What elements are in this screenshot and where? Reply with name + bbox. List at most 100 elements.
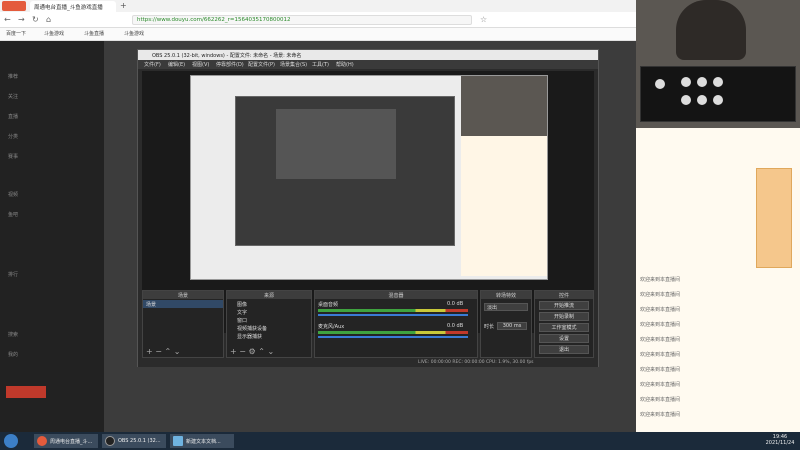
scene-item[interactable]: 场景 [146, 301, 156, 308]
chat-line: 欢迎来到本直播间 [640, 277, 681, 283]
exit-button[interactable]: 退出 [539, 345, 589, 354]
menu-help[interactable]: 帮助(H) [336, 61, 354, 68]
mixer-track-level: 0.0 dB [447, 301, 464, 307]
duration-label: 时长 [484, 324, 495, 330]
url-input[interactable]: https://www.douyu.com/662262_r=156403517… [132, 15, 472, 25]
chat-line: 欢迎来到本直播间 [640, 397, 681, 403]
arcade-stick [640, 66, 796, 122]
sidebar-item[interactable]: 关注 [8, 93, 18, 100]
chat-line: 欢迎来到本直播间 [640, 307, 681, 313]
scene-add-icon[interactable]: + − ⌃ ⌄ [146, 347, 180, 356]
sidebar-promo-button[interactable] [6, 386, 46, 398]
controls-panel: 控件 开始推流 开始录制 工作室模式 设置 退出 [534, 290, 594, 358]
nested-webcam-capture [461, 76, 547, 136]
start-streaming-button[interactable]: 开始推流 [539, 301, 589, 310]
taskbar-item-notepad[interactable]: 新建文本文档... [170, 434, 234, 448]
chat-line: 欢迎来到本直播间 [640, 352, 681, 358]
menu-file[interactable]: 文件(F) [144, 61, 161, 68]
back-icon[interactable]: ← [4, 15, 11, 24]
clock-date: 2021/11/24 [765, 440, 795, 446]
reload-icon[interactable]: ↻ [32, 15, 39, 24]
obs-status-bar: LIVE: 00:00:00 REC: 00:00:00 CPU: 1.9%, … [138, 360, 598, 367]
sidebar-item[interactable]: 排行 [8, 271, 18, 278]
menu-edit[interactable]: 编辑(E) [168, 61, 185, 68]
browser-logo[interactable] [2, 1, 26, 11]
obs-status-text: LIVE: 00:00:00 REC: 00:00:00 CPU: 1.9%, … [418, 360, 534, 365]
scenes-header: 场景 [143, 291, 223, 299]
sources-panel: 来源 图像 文字 窗口 视频捕获设备 显示器捕获 + − ⚙ ⌃ ⌄ [226, 290, 312, 358]
nested-chat-capture [461, 136, 547, 276]
studio-mode-button[interactable]: 工作室模式 [539, 323, 589, 332]
start-recording-button[interactable]: 开始录制 [539, 312, 589, 321]
mixer-meter [318, 331, 468, 334]
menu-tools[interactable]: 工具(T) [312, 61, 329, 68]
source-item[interactable]: 显示器捕获 [237, 333, 262, 340]
obs-menu-bar: 文件(F) 编辑(E) 视图(V) 停靠部件(D) 配置文件(P) 场景集合(S… [138, 60, 598, 69]
scenes-panel: 场景 场景 + − ⌃ ⌄ [142, 290, 224, 358]
chat-line: 欢迎来到本直播间 [640, 322, 681, 328]
menu-view[interactable]: 视图(V) [192, 61, 209, 68]
mixer-volume-slider[interactable] [318, 314, 468, 316]
chat-line: 欢迎来到本直播间 [640, 382, 681, 388]
chat-line: 欢迎来到本直播间 [640, 412, 681, 418]
mixer-track-name: 麦克风/Aux [318, 324, 345, 330]
star-icon[interactable]: ☆ [480, 15, 487, 24]
taskbar-item-obs[interactable]: OBS 25.0.1 (32... [102, 434, 166, 448]
mixer-meter [318, 309, 468, 312]
obs-title-bar: OBS 25.0.1 (32-bit, windows) - 配置文件: 未命名… [138, 50, 598, 60]
mixer-volume-slider[interactable] [318, 336, 468, 338]
duration-input[interactable]: 300 ms [497, 322, 527, 330]
start-button[interactable] [4, 434, 18, 448]
sources-header: 来源 [227, 291, 311, 299]
chat-panel: 欢迎来到本直播间 欢迎来到本直播间 欢迎来到本直播间 欢迎来到本直播间 欢迎来到… [636, 128, 800, 432]
webcam-feed [636, 0, 800, 128]
taskbar-label: 新建文本文档... [186, 439, 221, 445]
sidebar-item[interactable]: 视频 [8, 191, 18, 198]
site-sidebar: 推荐 关注 直播 分类 赛事 视频 鱼吧 排行 搜索 我的 [0, 41, 104, 432]
nested-obs-capture [235, 96, 455, 246]
gift-sidebar[interactable] [756, 168, 792, 268]
home-icon[interactable]: ⌂ [46, 15, 51, 24]
address-toolbar: ← → ↻ ⌂ https://www.douyu.com/662262_r=1… [0, 12, 636, 28]
taskbar-label: OBS 25.0.1 (32... [118, 438, 161, 444]
bookmark-item[interactable]: 斗鱼游戏 [124, 30, 144, 37]
tab-bar: 周通电台直播_斗鱼游戏直播 + [0, 0, 636, 12]
sidebar-item[interactable]: 我的 [8, 351, 18, 358]
menu-scene-collection[interactable]: 场景集合(S) [280, 61, 307, 68]
preview-capture [190, 75, 548, 280]
source-add-icon[interactable]: + − ⚙ ⌃ ⌄ [230, 347, 274, 356]
sidebar-item[interactable]: 鱼吧 [8, 211, 18, 218]
streamer-figure [676, 0, 746, 60]
bookmarks-bar: 百度一下 斗鱼游戏 斗鱼直播 斗鱼游戏 [0, 28, 636, 41]
chat-line: 欢迎来到本直播间 [640, 337, 681, 343]
bookmark-item[interactable]: 斗鱼游戏 [44, 30, 64, 37]
sidebar-item[interactable]: 分类 [8, 133, 18, 140]
menu-profile[interactable]: 配置文件(P) [248, 61, 275, 68]
sidebar-item[interactable]: 推荐 [8, 73, 18, 80]
tab-douyu[interactable]: 周通电台直播_斗鱼游戏直播 [30, 1, 116, 12]
transitions-header: 转场特效 [481, 291, 531, 299]
mixer-track-level: 0.0 dB [447, 323, 464, 329]
mixer-panel: 混音器 桌面音频 0.0 dB 麦克风/Aux 0.0 dB [314, 290, 478, 358]
transition-select[interactable]: 淡出 [484, 303, 528, 311]
bookmark-item[interactable]: 百度一下 [6, 30, 26, 37]
sidebar-item[interactable]: 直播 [8, 113, 18, 120]
source-item[interactable]: 文字 [237, 309, 247, 316]
menu-docks[interactable]: 停靠部件(D) [216, 61, 244, 68]
forward-icon[interactable]: → [18, 15, 25, 24]
sidebar-item[interactable]: 赛事 [8, 153, 18, 160]
taskbar-item-browser[interactable]: 周通电台直播_斗... [34, 434, 98, 448]
controls-header: 控件 [535, 291, 593, 299]
source-item[interactable]: 图像 [237, 301, 247, 308]
sidebar-item[interactable]: 搜索 [8, 331, 18, 338]
browser-app-icon [37, 436, 47, 446]
notepad-app-icon [173, 436, 183, 446]
source-item[interactable]: 窗口 [237, 317, 247, 324]
chat-line: 欢迎来到本直播间 [640, 292, 681, 298]
clock[interactable]: 19:46 2021/11/24 [764, 434, 796, 446]
settings-button[interactable]: 设置 [539, 334, 589, 343]
chat-line: 欢迎来到本直播间 [640, 367, 681, 373]
source-item[interactable]: 视频捕获设备 [237, 325, 267, 332]
bookmark-item[interactable]: 斗鱼直播 [84, 30, 104, 37]
new-tab-button[interactable]: + [120, 1, 127, 10]
